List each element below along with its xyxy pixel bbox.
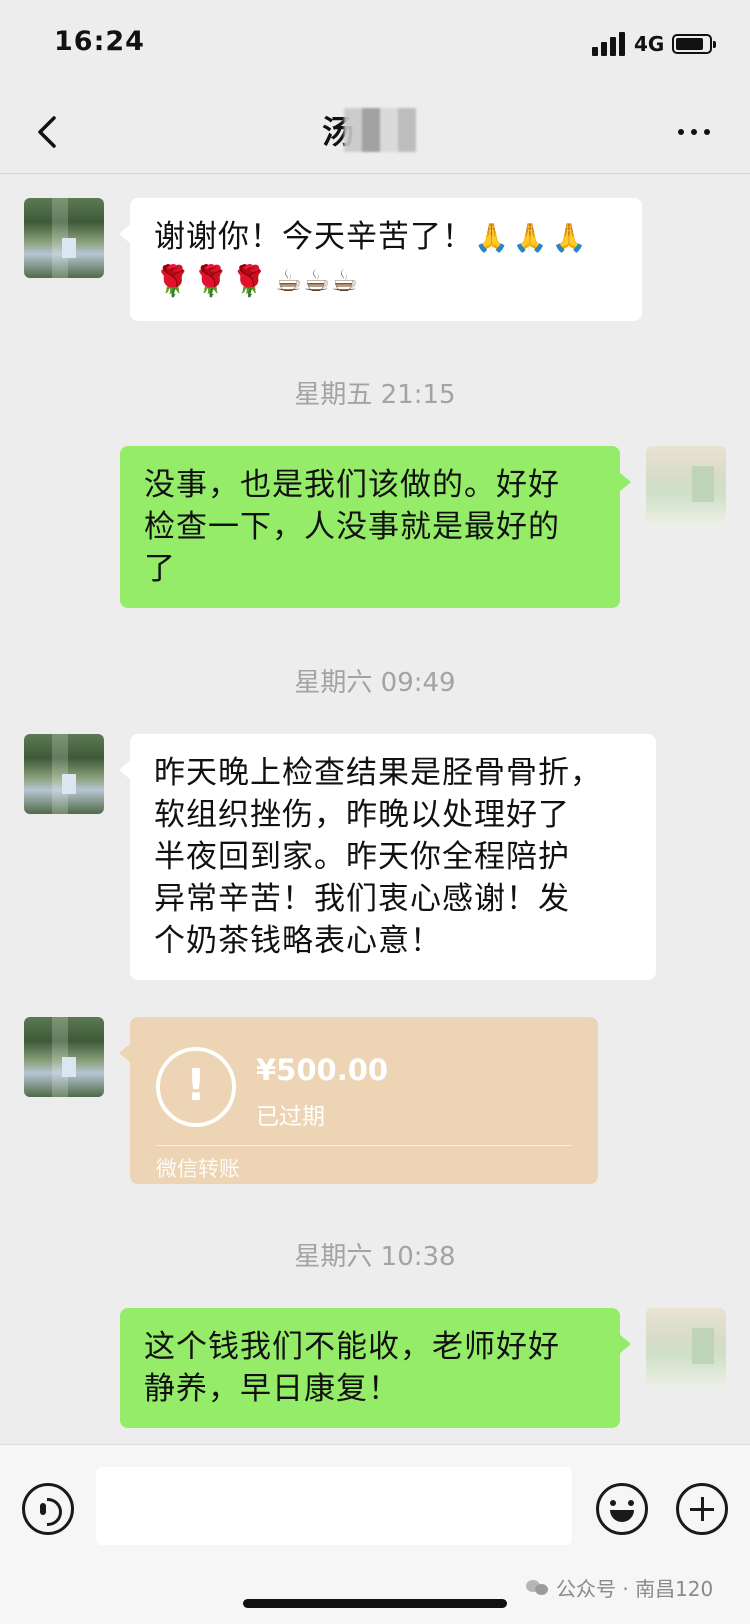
message-line: 昨天晚上检查结果是胫骨骨折， [154,755,602,791]
voice-icon[interactable] [22,1483,74,1535]
message-bubble-incoming[interactable]: 谢谢你！今天辛苦了！🙏🙏🙏 🌹🌹🌹 ☕☕☕ [119,198,642,321]
transfer-divider [156,1145,572,1146]
network-label: 4G [634,32,665,56]
input-bar: 公众号 · 南昌120 [0,1444,750,1624]
status-time: 16:24 [54,26,145,57]
status-bar: 16:24 4G [0,0,750,90]
message-line: 静养，早日康复！ [144,1371,400,1407]
coffee-emoji: ☕☕☕ [275,264,359,299]
chat-header: 汤 [0,90,750,174]
watermark-text: 公众号 · 南昌120 [556,1577,714,1601]
transfer-amount: ¥500.00 [256,1053,389,1087]
message-line: 这个钱我们不能收，老师好好 [144,1329,560,1365]
message-line: 了 [144,551,176,587]
message-bubble-outgoing[interactable]: 没事，也是我们该做的。好好 检查一下，人没事就是最好的 了 [120,446,631,608]
rose-emoji: 🌹🌹🌹 [154,264,270,299]
smiley-icon[interactable] [596,1483,648,1535]
ellipsis-icon[interactable] [678,120,718,144]
message-line: 个奶茶钱略表心意！ [154,923,442,959]
message-line: 软组织挫伤，昨晚以处理好了 [154,797,570,833]
exclamation-circle-icon: ! [156,1047,236,1127]
timestamp: 星期五 21:15 [294,380,456,410]
blurred-name-mosaic [344,108,417,152]
signal-icon [592,32,626,56]
transfer-label: 微信转账 [156,1157,240,1181]
contact-avatar[interactable] [24,734,104,814]
my-avatar[interactable] [646,1308,726,1388]
contact-title: 汤 [322,108,417,152]
message-line: 检查一下，人没事就是最好的 [144,509,560,545]
my-avatar[interactable] [646,446,726,526]
message-text: 谢谢你！今天辛苦了！🙏🙏🙏 [154,219,591,255]
chevron-left-icon[interactable] [30,112,70,152]
message-bubble-outgoing[interactable]: 这个钱我们不能收，老师好好 静养，早日康复！ [120,1308,631,1428]
watermark: 公众号 · 南昌120 [526,1573,713,1602]
transfer-card[interactable]: ! ¥500.00 已过期 微信转账 [119,1017,598,1184]
battery-icon [672,34,716,54]
emoji-row: 🌹🌹🌹 ☕☕☕ [154,261,618,303]
contact-avatar[interactable] [24,198,104,278]
timestamp: 星期六 09:49 [294,668,456,698]
message-bubble-incoming[interactable]: 昨天晚上检查结果是胫骨骨折， 软组织挫伤，昨晚以处理好了 半夜回到家。昨天你全程… [119,734,656,980]
timestamp: 星期六 10:38 [294,1242,456,1272]
contact-avatar[interactable] [24,1017,104,1097]
plus-icon[interactable] [676,1483,728,1535]
folded-hands-emoji: 🙏🙏🙏 [474,221,591,254]
wechat-logo-icon [526,1578,550,1598]
message-line: 半夜回到家。昨天你全程陪护 [154,839,570,875]
message-line: 没事，也是我们该做的。好好 [144,467,560,503]
message-line: 异常辛苦！我们衷心感谢！发 [154,881,570,917]
battery-fill [676,38,703,50]
home-indicator [243,1599,507,1608]
transfer-status: 已过期 [256,1104,325,1130]
message-input[interactable] [96,1467,572,1545]
